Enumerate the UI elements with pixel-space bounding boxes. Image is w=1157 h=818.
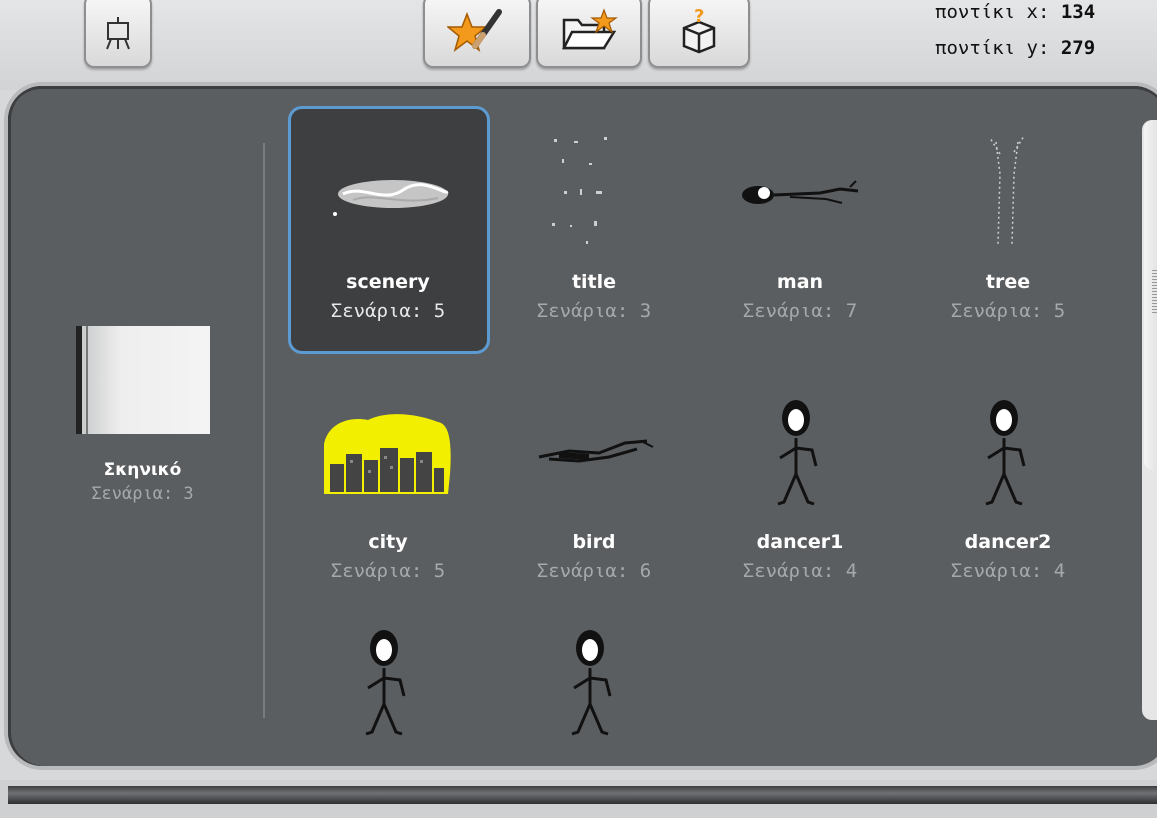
stage-button[interactable] bbox=[84, 0, 152, 68]
scrollbar-thumb[interactable] bbox=[1144, 120, 1157, 470]
mouse-x-value: 134 bbox=[1060, 1, 1096, 23]
sprite-name: tree bbox=[985, 271, 1031, 293]
sprite-name: man bbox=[776, 271, 824, 293]
sprite-thumbnail bbox=[710, 384, 890, 524]
sprite-thumbnail bbox=[504, 614, 684, 748]
sprite-name: title bbox=[571, 271, 617, 293]
sprite-thumbnail bbox=[298, 384, 478, 524]
sprite-tile[interactable]: man Σενάρια: 7 bbox=[700, 106, 900, 356]
folder-star-icon bbox=[561, 8, 618, 50]
corral-divider bbox=[263, 143, 265, 718]
corral-scrollbar[interactable] bbox=[1142, 120, 1157, 720]
question-box-icon: ? bbox=[682, 6, 716, 54]
sprite-tile[interactable]: tree Σενάρια: 5 bbox=[908, 106, 1108, 356]
sprite-name: scenery bbox=[346, 271, 430, 293]
stage-thumbnail-item[interactable]: Σκηνικό Σενάρια: 3 bbox=[60, 320, 225, 504]
sprite-tile[interactable]: title Σενάρια: 3 bbox=[494, 106, 694, 356]
bottom-bar bbox=[8, 786, 1157, 804]
sprite-scripts-count: Σενάρια: 5 bbox=[330, 300, 446, 322]
sprite-tile[interactable]: city Σενάρια: 5 bbox=[288, 366, 488, 616]
sprite-name: bird bbox=[572, 531, 616, 553]
sprite-scripts-count: Σενάρια: 5 bbox=[330, 560, 446, 582]
mouse-y-label: ποντίκι y: bbox=[935, 37, 1050, 59]
sprite-name: dancer2 bbox=[964, 531, 1052, 553]
sprite-tile[interactable]: bird Σενάρια: 6 bbox=[494, 366, 694, 616]
stage-easel-icon bbox=[106, 17, 130, 50]
surprise-sprite-button[interactable]: ? bbox=[648, 0, 750, 68]
sprite-toolbar: ? ποντίκι x: 134 ποντίκι y: 279 bbox=[0, 0, 1157, 90]
mouse-x-label: ποντίκι x: bbox=[935, 1, 1050, 23]
paintbrush-star-icon bbox=[447, 9, 502, 52]
sprite-thumbnail bbox=[504, 124, 684, 264]
sprite-scripts-count: Σενάρια: 6 bbox=[536, 560, 652, 582]
sprite-scripts-count: Σενάρια: 5 bbox=[950, 300, 1066, 322]
sprite-name: city bbox=[368, 531, 408, 553]
mouse-y-value: 279 bbox=[1060, 37, 1096, 59]
sprite-tile[interactable] bbox=[494, 608, 694, 748]
sprite-scripts-count: Σενάρια: 3 bbox=[536, 300, 652, 322]
sprite-name: dancer1 bbox=[756, 531, 844, 553]
svg-text:?: ? bbox=[694, 6, 704, 27]
sprite-thumbnail bbox=[298, 124, 478, 264]
stage-thumbnail bbox=[75, 326, 210, 434]
grip-icon bbox=[1152, 270, 1157, 314]
stage-scripts-count: Σενάρια: 3 bbox=[91, 484, 194, 504]
sprite-scripts-count: Σενάρια: 4 bbox=[742, 560, 858, 582]
mouse-coordinates: ποντίκι x: 134 ποντίκι y: 279 bbox=[935, 0, 1145, 66]
mouse-x-readout: ποντίκι x: 134 bbox=[935, 0, 1145, 30]
sprite-thumbnail bbox=[504, 384, 684, 524]
sprite-tile[interactable]: scenery Σενάρια: 5 bbox=[288, 106, 490, 356]
sprite-scripts-count: Σενάρια: 4 bbox=[950, 560, 1066, 582]
sprite-thumbnail bbox=[918, 384, 1098, 524]
sprite-tile[interactable] bbox=[288, 608, 488, 748]
sprite-tile[interactable]: dancer2 Σενάρια: 4 bbox=[908, 366, 1108, 616]
sprite-thumbnail bbox=[710, 124, 890, 264]
stage-name: Σκηνικό bbox=[103, 460, 182, 480]
sprite-tile[interactable]: dancer1 Σενάρια: 4 bbox=[700, 366, 900, 616]
sprite-scripts-count: Σενάρια: 7 bbox=[742, 300, 858, 322]
paint-new-sprite-button[interactable] bbox=[423, 0, 531, 68]
mouse-y-readout: ποντίκι y: 279 bbox=[935, 30, 1145, 66]
sprite-thumbnail bbox=[298, 614, 478, 748]
choose-sprite-from-file-button[interactable] bbox=[536, 0, 642, 68]
sprite-thumbnail bbox=[918, 124, 1098, 264]
